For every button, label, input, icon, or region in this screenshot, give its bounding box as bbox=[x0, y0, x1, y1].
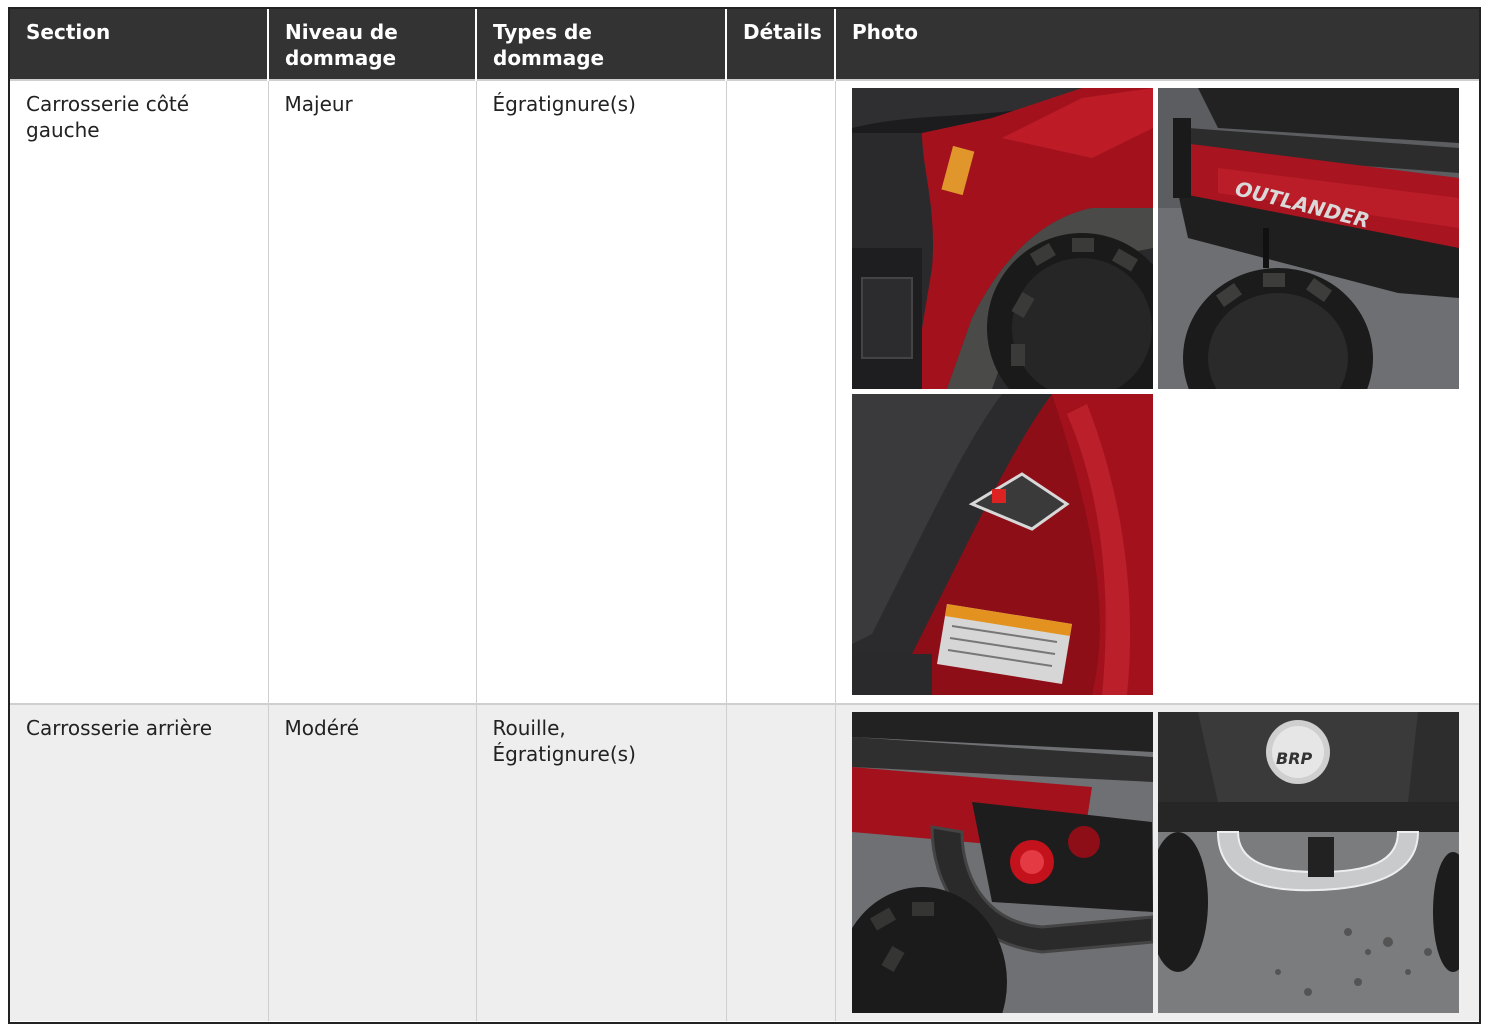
damage-level-cell: Majeur bbox=[268, 79, 477, 704]
photo-hitch-image: BRP bbox=[1157, 712, 1459, 1013]
details-cell bbox=[726, 703, 836, 1021]
brp-logo-text: BRP bbox=[1276, 749, 1313, 768]
details-cell bbox=[726, 79, 836, 704]
photo-bumper-image bbox=[851, 712, 1153, 1013]
damage-types-cell: Rouille, Égratignure(s) bbox=[476, 703, 727, 1021]
header-details: Détails bbox=[726, 9, 836, 80]
section-cell: Carrosserie côté gauche bbox=[10, 79, 269, 704]
photo-cell: BRP bbox=[835, 703, 1479, 1021]
table-row: Carrosserie côté gauche Majeur Égratignu… bbox=[10, 79, 1479, 704]
damage-photo[interactable] bbox=[851, 88, 1153, 389]
header-damage-types: Types de dommage bbox=[476, 9, 727, 80]
damage-types-cell: Égratignure(s) bbox=[476, 79, 727, 704]
damage-photo[interactable] bbox=[851, 712, 1153, 1013]
header-damage-level: Niveau de dommage bbox=[268, 9, 477, 80]
damage-report-table: Section Niveau de dommage Types de domma… bbox=[10, 9, 1479, 1021]
photo-grid: BRP bbox=[851, 712, 1472, 1013]
header-section: Section bbox=[10, 9, 269, 80]
damage-photo[interactable] bbox=[851, 394, 1153, 695]
damage-photo[interactable]: OUTLANDER bbox=[1157, 88, 1459, 389]
photo-labels-image bbox=[851, 394, 1153, 695]
damage-level-cell: Modéré bbox=[268, 703, 477, 1021]
photo-grid: OUTLANDER bbox=[851, 88, 1472, 695]
table-header-row: Section Niveau de dommage Types de domma… bbox=[10, 9, 1479, 80]
photo-cell: OUTLANDER bbox=[835, 79, 1479, 704]
table-row: Carrosserie arrière Modéré Rouille, Égra… bbox=[10, 703, 1479, 1021]
damage-photo[interactable]: BRP bbox=[1157, 712, 1459, 1013]
photo-fender-image bbox=[851, 88, 1153, 389]
section-cell: Carrosserie arrière bbox=[10, 703, 269, 1021]
photo-rack-image: OUTLANDER bbox=[1157, 88, 1459, 389]
header-photo: Photo bbox=[835, 9, 1479, 80]
damage-report-table-frame: Section Niveau de dommage Types de domma… bbox=[8, 7, 1481, 1024]
